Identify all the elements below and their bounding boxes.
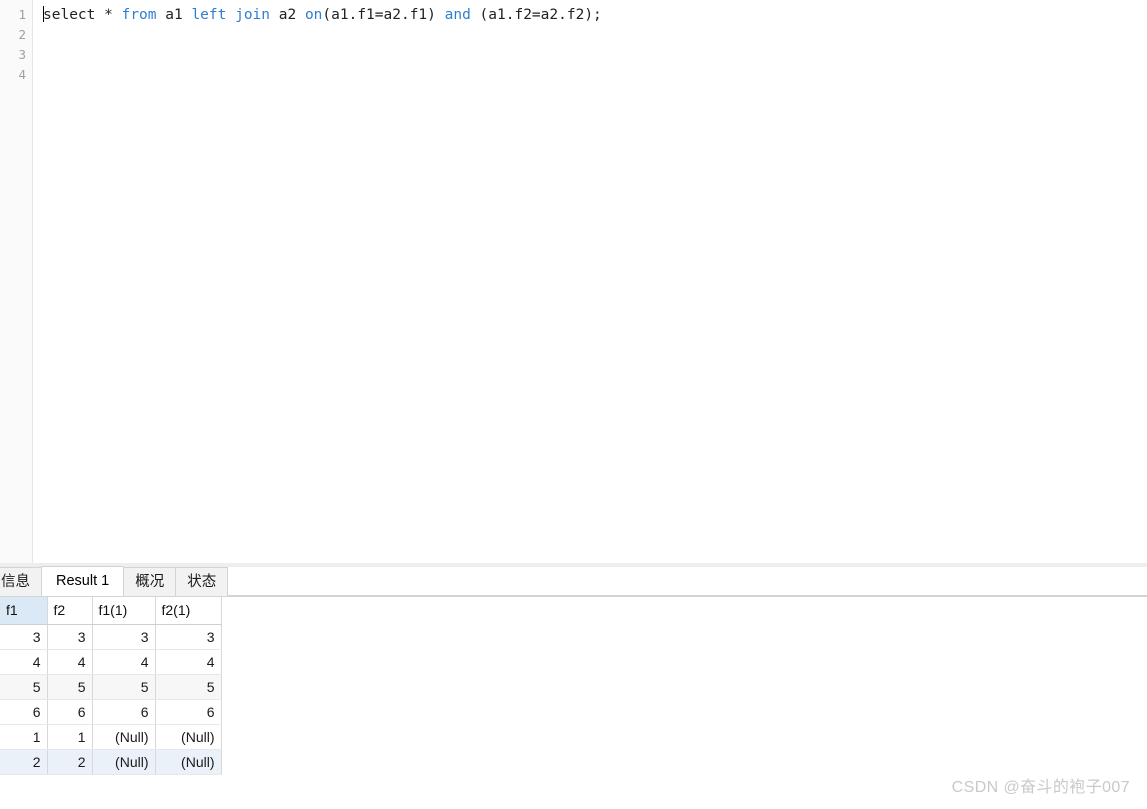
result-tab-2[interactable]: Result 1 bbox=[41, 566, 125, 596]
result-tab-3[interactable]: 概况 bbox=[123, 567, 177, 596]
code-line[interactable] bbox=[33, 65, 1147, 85]
sql-text: select bbox=[43, 7, 96, 23]
sql-text: * bbox=[95, 7, 122, 23]
tab-strip-filler bbox=[227, 567, 1147, 596]
column-header-f21[interactable]: f2(1) bbox=[155, 597, 222, 625]
result-tab-strip: 信息 Result 1 概况 状态 bbox=[0, 566, 1147, 597]
result-grid[interactable]: f1 f2 f1(1) f2(1) 3 3 3 3 4 4 4 4 5 5 5 5 6 6 6 6 1 1 (Null)(… bbox=[0, 597, 222, 775]
sql-keyword: from bbox=[121, 7, 157, 23]
table-cell[interactable]: 5 bbox=[0, 674, 48, 700]
result-grid-header: f1 f2 f1(1) f2(1) bbox=[0, 597, 222, 625]
column-header-f2[interactable]: f2 bbox=[47, 597, 93, 625]
sql-text: a2 bbox=[270, 7, 305, 23]
sql-keyword: and bbox=[444, 7, 471, 23]
table-cell[interactable]: 4 bbox=[47, 649, 93, 675]
table-cell[interactable]: 1 bbox=[0, 724, 48, 750]
table-cell[interactable]: 3 bbox=[155, 624, 222, 650]
table-cell[interactable]: (Null) bbox=[92, 724, 156, 750]
table-row[interactable]: 3333 bbox=[0, 624, 222, 650]
sql-text: (a1.f1=a2.f1) bbox=[322, 7, 445, 23]
table-cell[interactable]: 6 bbox=[47, 699, 93, 725]
result-tab-4[interactable]: 状态 bbox=[175, 567, 229, 596]
table-cell[interactable]: 6 bbox=[0, 699, 48, 725]
code-line[interactable] bbox=[33, 45, 1147, 65]
table-cell[interactable]: 6 bbox=[155, 699, 222, 725]
table-cell[interactable]: 4 bbox=[0, 649, 48, 675]
table-row[interactable]: 1 1 (Null) (Null) bbox=[0, 724, 222, 750]
table-cell[interactable]: 3 bbox=[92, 624, 156, 650]
code-line[interactable] bbox=[33, 25, 1147, 45]
table-cell[interactable]: 5 bbox=[92, 674, 156, 700]
table-row[interactable]: 6666 bbox=[0, 699, 222, 725]
table-cell[interactable]: 3 bbox=[0, 624, 48, 650]
result-grid-header-row: f1 f2 f1(1) f2(1) bbox=[0, 597, 222, 625]
sql-code-area[interactable]: select * from a1 left join a2 on(a1.f1=a… bbox=[33, 0, 1147, 563]
table-cell[interactable]: 2 bbox=[47, 749, 93, 775]
table-cell[interactable]: 4 bbox=[92, 649, 156, 675]
line-number: 2 bbox=[18, 27, 26, 42]
csdn-watermark: CSDN @奋斗的袍子007 bbox=[951, 779, 1130, 796]
table-cell[interactable]: (Null) bbox=[155, 749, 222, 775]
sql-text: a1 bbox=[156, 7, 192, 23]
table-row[interactable]: 5555 bbox=[0, 674, 222, 700]
table-cell[interactable]: 1 bbox=[47, 724, 93, 750]
code-line[interactable]: select * from a1 left join a2 on(a1.f1=a… bbox=[33, 5, 1147, 25]
table-cell[interactable]: 4 bbox=[155, 649, 222, 675]
result-tab-1[interactable]: 信息 bbox=[0, 567, 42, 596]
column-header-f11[interactable]: f1(1) bbox=[92, 597, 156, 625]
editor-line-number-gutter: 1 2 3 4 bbox=[0, 0, 33, 563]
table-cell[interactable]: (Null) bbox=[155, 724, 222, 750]
sql-editor-pane[interactable]: 1234 select * from a1 left join a2 on(a1… bbox=[0, 0, 1147, 563]
table-cell[interactable]: 2 bbox=[0, 749, 48, 775]
sql-text: (a1.f2=a2.f2); bbox=[470, 7, 602, 23]
table-row[interactable]: 4444 bbox=[0, 649, 222, 675]
table-cell[interactable]: 6 bbox=[92, 699, 156, 725]
table-row[interactable]: 2 2 (Null) (Null) bbox=[0, 749, 222, 775]
sql-keyword: on bbox=[304, 7, 323, 23]
table-cell[interactable]: 3 bbox=[47, 624, 93, 650]
table-cell[interactable]: 5 bbox=[155, 674, 222, 700]
line-number: 4 bbox=[18, 67, 26, 82]
sql-keyword: left bbox=[191, 7, 227, 23]
result-grid-body[interactable]: 3 3 3 3 4 4 4 4 5 5 5 5 6 6 6 6 1 1 (Null) (Null) 2 2 (Null) (N… bbox=[0, 624, 222, 775]
table-cell[interactable]: (Null) bbox=[92, 749, 156, 775]
line-number: 1 bbox=[18, 7, 26, 22]
column-header-f1[interactable]: f1 bbox=[0, 597, 48, 625]
table-cell[interactable]: 5 bbox=[47, 674, 93, 700]
sql-keyword: join bbox=[235, 7, 271, 23]
line-number: 3 bbox=[18, 47, 26, 62]
